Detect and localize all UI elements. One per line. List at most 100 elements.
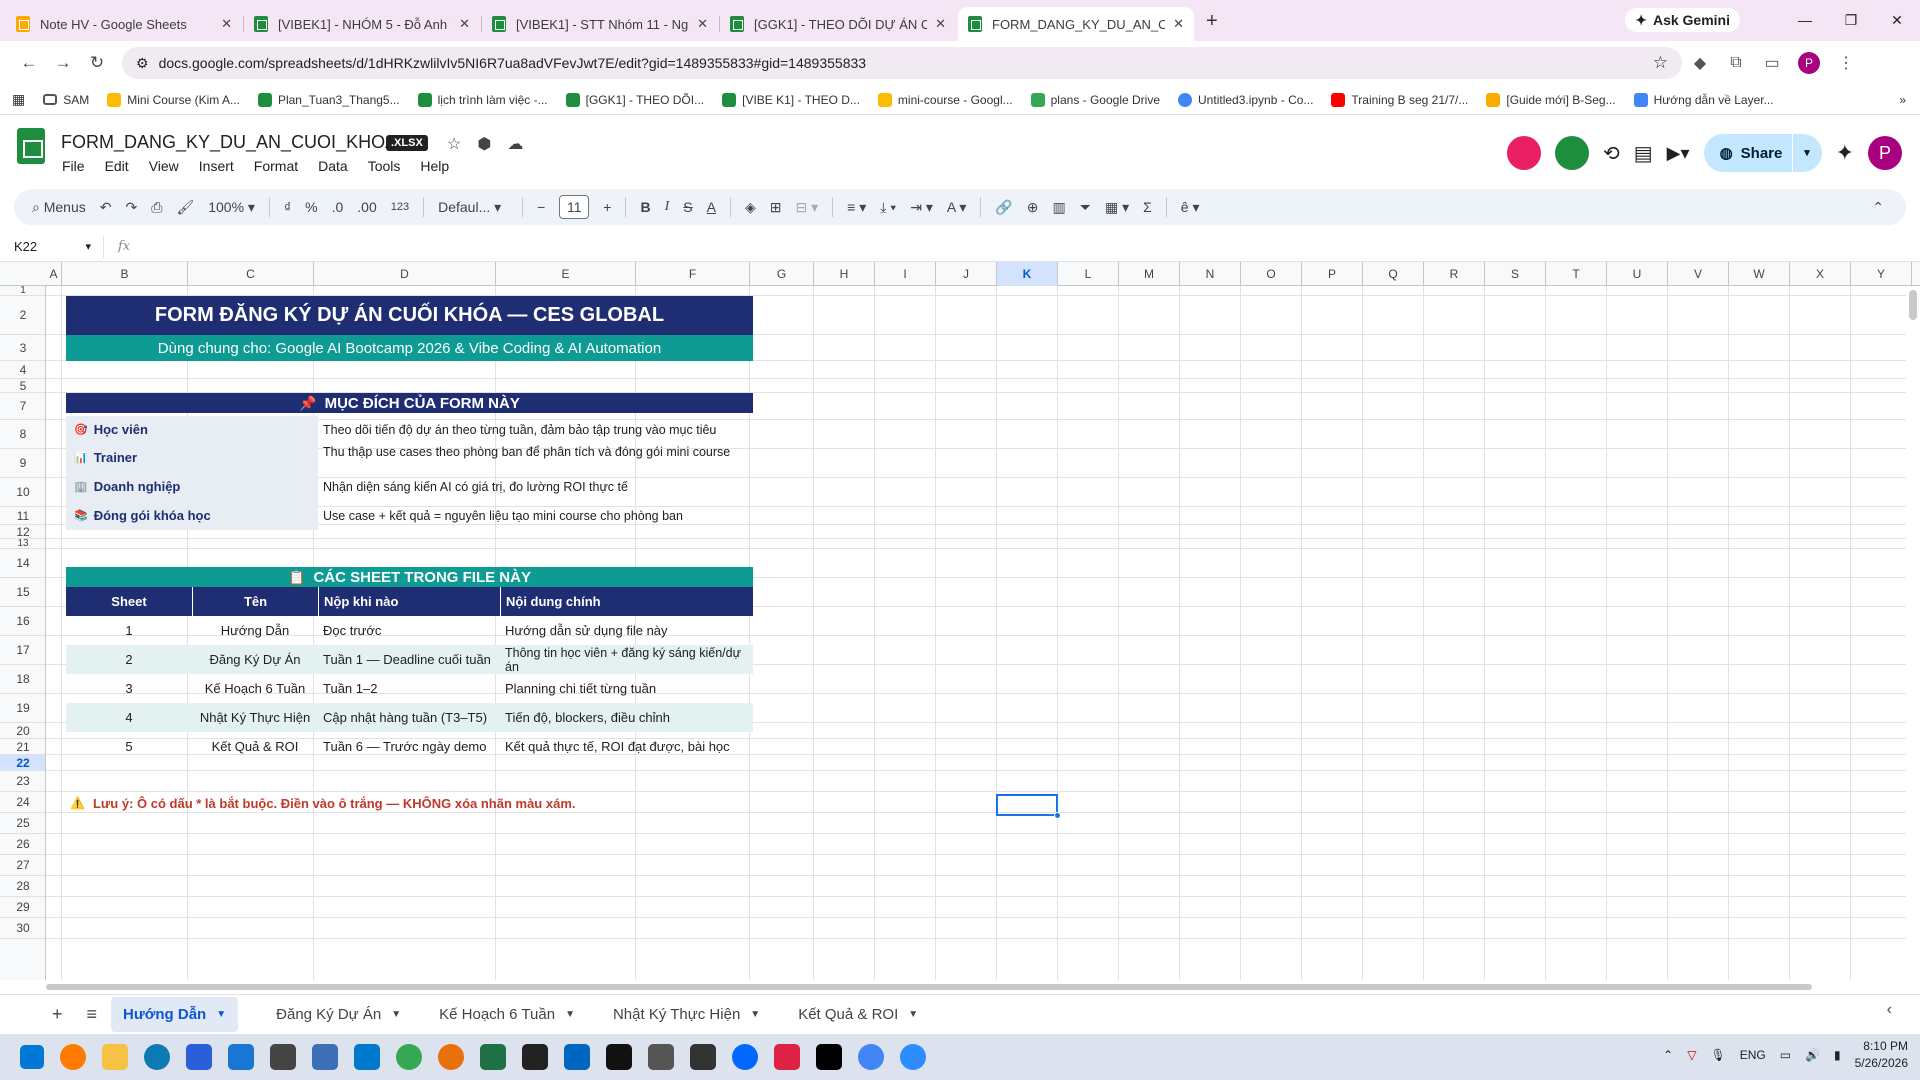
bookmark-item[interactable]: Training B seg 21/7/... <box>1331 92 1468 107</box>
fill-handle[interactable] <box>1054 812 1061 819</box>
borders-icon[interactable]: ⊞ <box>770 199 782 216</box>
fill-color-icon[interactable]: ◈ <box>745 199 756 216</box>
column-header-x[interactable]: X <box>1790 262 1851 286</box>
purpose-heading[interactable]: 📌 MỤC ĐÍCH CỦA FORM NÀY <box>66 393 753 413</box>
column-header-a[interactable]: A <box>46 262 62 286</box>
app-icon[interactable] <box>522 1044 548 1070</box>
column-header-p[interactable]: P <box>1302 262 1363 286</box>
table-cell[interactable]: Hướng dẫn sử dụng file này <box>500 616 753 645</box>
vivaldi-icon[interactable]: ▽ <box>1687 1048 1696 1062</box>
column-header-j[interactable]: J <box>936 262 997 286</box>
sheet-tab-huong-dan[interactable]: Hướng Dẫn ▼ <box>111 997 239 1032</box>
chevron-down-icon[interactable]: ▼ <box>908 1009 918 1020</box>
filter-views-icon[interactable]: ▦ ▾ <box>1105 199 1129 216</box>
bookmark-item[interactable]: [GGK1] - THEO DÕI... <box>565 92 704 107</box>
font-select[interactable]: Defaul... ▾ <box>438 199 508 216</box>
insert-comment-icon[interactable]: ⊕ <box>1027 199 1039 216</box>
ask-gemini-button[interactable]: ✦ Ask Gemini <box>1625 8 1740 32</box>
sheet-tab-ke-hoach[interactable]: Kế Hoạch 6 Tuần ▼ <box>439 1006 575 1023</box>
row-header-28[interactable]: 28 <box>0 876 45 897</box>
bookmark-item[interactable]: lịch trình làm việc -... <box>417 92 548 107</box>
purpose-text[interactable]: Use case + kết quả = nguyên liệu tạo min… <box>318 501 753 530</box>
table-header[interactable]: Sheet <box>66 587 192 616</box>
table-cell[interactable]: Nhật Ký Thực Hiện <box>192 703 318 732</box>
chrome-menu-icon[interactable]: ⋮ <box>1828 53 1864 73</box>
zoom-icon[interactable] <box>900 1044 926 1070</box>
table-cell[interactable]: Thông tin học viên + đăng ký sáng kiến/d… <box>500 645 753 674</box>
sheet-grid[interactable]: FORM ĐĂNG KÝ DỰ ÁN CUỐI KHÓA — CES GLOBA… <box>46 286 1906 980</box>
vertical-align-icon[interactable]: ⤓ ▾ <box>880 199 896 216</box>
app-icon[interactable] <box>270 1044 296 1070</box>
bookmark-item[interactable]: [VIBE K1] - THEO D... <box>722 92 860 107</box>
column-header-s[interactable]: S <box>1485 262 1546 286</box>
bookmark-item[interactable]: SAM <box>43 93 89 107</box>
chevron-down-icon[interactable]: ▼ <box>565 1009 575 1020</box>
row-header-30[interactable]: 30 <box>0 918 45 939</box>
horizontal-scroll-thumb[interactable] <box>46 984 1812 990</box>
close-icon[interactable]: ✕ <box>1173 16 1184 32</box>
table-cell[interactable]: Tuần 6 — Trước ngày demo <box>318 732 500 761</box>
table-cell[interactable]: Cập nhật hàng tuần (T3–T5) <box>318 703 500 732</box>
vscode-icon[interactable] <box>354 1044 380 1070</box>
currency-button[interactable]: ₫ <box>284 199 291 215</box>
column-header-t[interactable]: T <box>1546 262 1607 286</box>
bookmark-star-icon[interactable]: ☆ <box>1653 53 1668 73</box>
chevron-down-icon[interactable]: ▼ <box>216 1009 226 1020</box>
table-cell[interactable]: 4 <box>66 703 192 732</box>
vertical-scroll-thumb[interactable] <box>1909 290 1917 320</box>
menu-edit[interactable]: Edit <box>105 158 129 174</box>
outlook-icon[interactable] <box>228 1044 254 1070</box>
column-header-q[interactable]: Q <box>1363 262 1424 286</box>
column-header-o[interactable]: O <box>1241 262 1302 286</box>
table-cell[interactable]: 3 <box>66 674 192 703</box>
row-header-1[interactable]: 1 <box>0 286 45 296</box>
menu-tools[interactable]: Tools <box>368 158 401 174</box>
purpose-text[interactable]: Nhận diện sáng kiến AI có giá trị, đo lư… <box>318 472 753 501</box>
increase-font-size-icon[interactable]: + <box>603 199 611 215</box>
search-app-icon[interactable] <box>438 1044 464 1070</box>
horizontal-scrollbar[interactable] <box>46 982 1906 992</box>
column-header-i[interactable]: I <box>875 262 936 286</box>
chrome-icon[interactable] <box>396 1044 422 1070</box>
table-cell[interactable]: 1 <box>66 616 192 645</box>
sheet-tab-ket-qua[interactable]: Kết Quả & ROI ▼ <box>798 1006 918 1023</box>
pycharm-icon[interactable] <box>606 1044 632 1070</box>
browser-tab-active[interactable]: FORM_DANG_KY_DU_AN_CUOI ✕ <box>958 7 1194 41</box>
apps-icon[interactable]: ▦ <box>12 91 25 108</box>
text-wrap-icon[interactable]: ⇥ ▾ <box>910 199 933 216</box>
profile-avatar[interactable]: P <box>1798 52 1820 74</box>
sheets-logo-icon[interactable] <box>17 128 45 164</box>
table-cell[interactable]: 2 <box>66 645 192 674</box>
minimize-icon[interactable]: — <box>1782 0 1828 40</box>
row-header-29[interactable]: 29 <box>0 897 45 918</box>
forward-icon[interactable]: → <box>46 53 80 73</box>
column-header-l[interactable]: L <box>1058 262 1119 286</box>
bookmark-item[interactable]: mini-course - Googl... <box>877 92 1013 107</box>
share-button[interactable]: ◍ Share ▾ <box>1703 134 1822 172</box>
copilot-icon[interactable] <box>60 1044 86 1070</box>
menu-format[interactable]: Format <box>254 158 298 174</box>
insert-link-icon[interactable]: 🔗 <box>995 199 1012 216</box>
name-box[interactable]: K22 <box>0 235 104 258</box>
close-icon[interactable]: ✕ <box>935 16 946 32</box>
language-indicator[interactable]: ENG <box>1740 1048 1766 1062</box>
merge-cells-icon[interactable]: ⊟ ▾ <box>795 199 818 216</box>
bookmark-item[interactable]: Mini Course (Kim A... <box>107 92 240 107</box>
bookmark-item[interactable]: Untitled3.ipynb - Co... <box>1178 92 1313 107</box>
table-cell[interactable]: Đọc trước <box>318 616 500 645</box>
row-header-19[interactable]: 19 <box>0 694 45 723</box>
store-icon[interactable] <box>186 1044 212 1070</box>
table-cell[interactable]: Kết quả thực tế, ROI đạt được, bài học <box>500 732 753 761</box>
italic-icon[interactable]: I <box>665 199 670 215</box>
menu-file[interactable]: File <box>62 158 85 174</box>
text-color-icon[interactable]: A <box>707 199 716 215</box>
row-header-21[interactable]: 21 <box>0 739 45 755</box>
browser-tab[interactable]: [VIBEK1] - NHÓM 5 - Đỗ Anh V ✕ <box>244 7 482 41</box>
purpose-text[interactable]: Thu thập use cases theo phòng ban để phâ… <box>318 445 753 472</box>
side-panel-icon[interactable]: ▭ <box>1754 53 1790 73</box>
row-header-16[interactable]: 16 <box>0 607 45 636</box>
clock[interactable]: 8:10 PM 5/26/2026 <box>1855 1038 1908 1072</box>
add-sheet-icon[interactable]: + <box>52 1004 63 1025</box>
menu-data[interactable]: Data <box>318 158 348 174</box>
excel-icon[interactable] <box>480 1044 506 1070</box>
